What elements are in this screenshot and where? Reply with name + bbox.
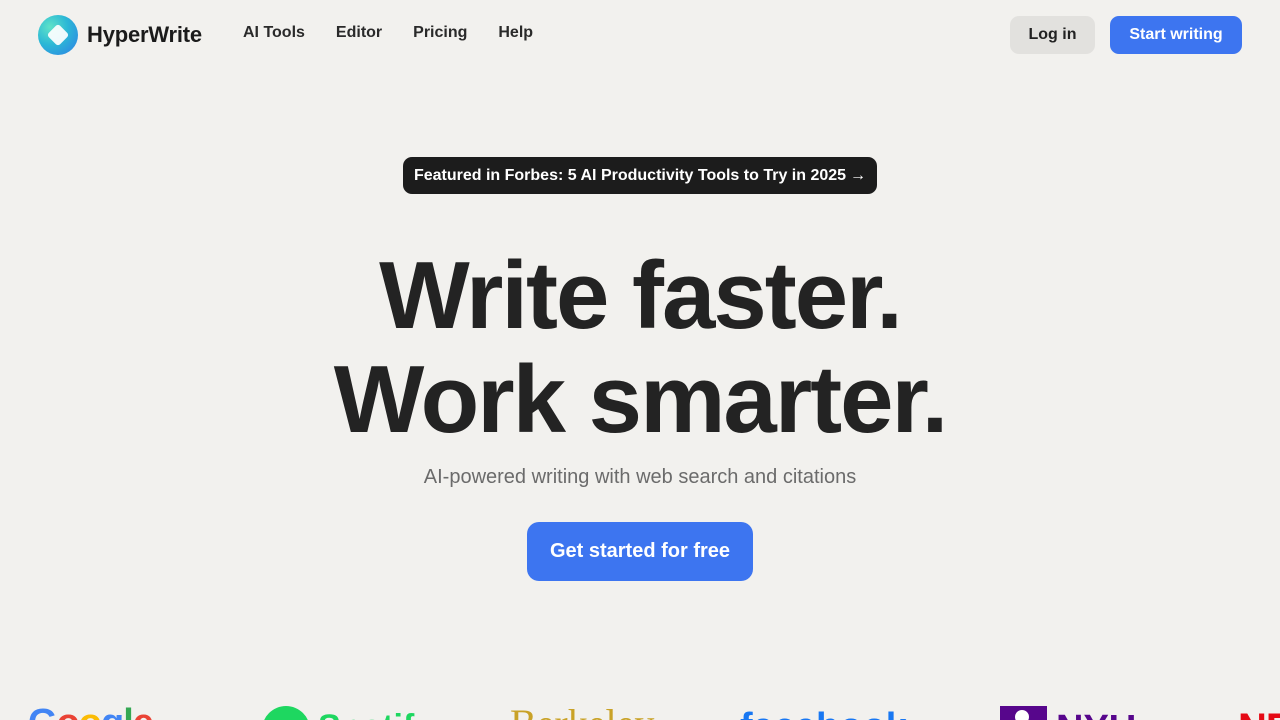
nav-link-ai-tools[interactable]: AI Tools	[243, 24, 305, 42]
headline-line-2: Work smarter.	[333, 346, 949, 453]
start-writing-button[interactable]: Start writing	[1110, 16, 1242, 54]
brand-name: HyperWrite	[87, 22, 202, 47]
nav-link-help[interactable]: Help	[498, 24, 533, 42]
nyu-logo: NYU	[1056, 710, 1136, 720]
spotify-logo: Spotify	[318, 710, 433, 720]
logo-diamond	[46, 23, 70, 47]
headline-line-1: Write faster.	[379, 242, 903, 349]
facebook-logo: facebook	[740, 708, 907, 720]
berkeley-logo: Berkeley	[510, 704, 654, 720]
badge-text: Featured in Forbes: 5 AI Productivity To…	[413, 166, 847, 184]
login-button[interactable]: Log in	[1010, 16, 1095, 54]
hyperwrite-logo-icon	[38, 15, 78, 55]
main-nav: AI Tools Editor Pricing Help	[243, 24, 533, 42]
spotify-logo-icon	[262, 706, 310, 720]
right-arrow-icon: →	[850, 166, 867, 184]
nav-link-pricing[interactable]: Pricing	[413, 24, 467, 42]
get-started-button[interactable]: Get started for free	[527, 522, 753, 581]
page: HyperWrite AI Tools Editor Pricing Help …	[0, 0, 1280, 720]
hero-subheading: AI-powered writing with web search and c…	[423, 466, 857, 488]
brand-logo-link[interactable]: HyperWrite	[38, 15, 202, 55]
netflix-logo: NETFLIX	[1238, 708, 1280, 720]
nav-link-editor[interactable]: Editor	[336, 24, 382, 42]
google-logo: Google	[28, 704, 154, 720]
top-navbar: HyperWrite AI Tools Editor Pricing Help …	[0, 0, 1280, 70]
customer-logos-strip: Google Spotify Berkeley facebook NYU NET…	[0, 700, 1280, 720]
forbes-feature-badge[interactable]: Featured in Forbes: 5 AI Productivity To…	[403, 157, 877, 194]
